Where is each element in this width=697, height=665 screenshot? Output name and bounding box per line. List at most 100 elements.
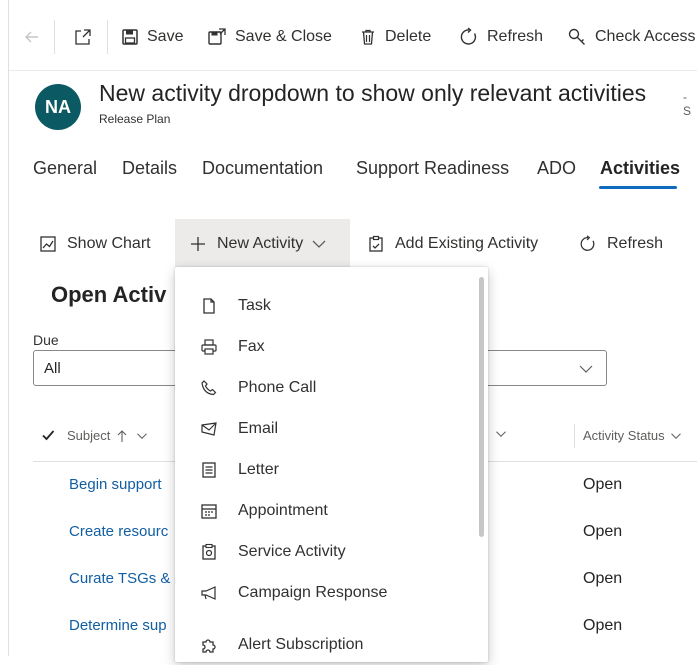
menu-item-email[interactable]: Email (175, 408, 475, 449)
save-button[interactable]: Save (121, 22, 183, 52)
column-header-subject[interactable]: Subject (67, 428, 148, 443)
check-access-button[interactable]: Check Access (567, 22, 695, 52)
tab-activities[interactable]: Activities (600, 158, 680, 179)
chevron-down-icon (670, 432, 681, 439)
task-icon (199, 296, 219, 316)
row-subject-link[interactable]: Determine sup (69, 617, 167, 634)
menu-item-label: Fax (238, 337, 265, 355)
new-activity-menu: Task Fax Phone Call Email Letter Appoint… (175, 267, 488, 662)
menu-item-label: Email (238, 419, 279, 437)
email-icon (199, 419, 219, 439)
puzzle-icon (199, 635, 219, 655)
check-access-label: Check Access (595, 28, 696, 45)
row-status: Open (583, 617, 623, 634)
tab-general[interactable]: General (33, 158, 97, 179)
calendar-icon (199, 501, 219, 521)
due-filter-value: All (44, 360, 61, 377)
refresh-label: Refresh (487, 28, 544, 45)
add-existing-label: Add Existing Activity (395, 235, 539, 252)
menu-item-task[interactable]: Task (175, 285, 475, 326)
subgrid-refresh-label: Refresh (607, 235, 664, 252)
delete-button[interactable]: Delete (359, 22, 431, 52)
chart-icon (40, 236, 56, 252)
menu-item-phone-call[interactable]: Phone Call (175, 367, 475, 408)
row-subject-link[interactable]: Create resourc (69, 523, 168, 540)
due-filter-label: Due (33, 332, 59, 348)
megaphone-icon (199, 583, 219, 603)
menu-item-label: Phone Call (238, 378, 317, 396)
menu-item-letter[interactable]: Letter (175, 449, 475, 490)
delete-label: Delete (385, 28, 432, 45)
menu-item-label: Letter (238, 460, 279, 478)
divider (107, 20, 108, 54)
tab-documentation[interactable]: Documentation (202, 158, 323, 179)
row-subject-link[interactable]: Curate TSGs & (69, 570, 170, 587)
chevron-down-icon (312, 240, 326, 248)
popout-icon (75, 29, 91, 45)
row-status: Open (583, 476, 623, 493)
menu-scrollbar[interactable] (479, 277, 484, 537)
column-subject-label: Subject (67, 428, 111, 443)
menu-item-label: Appointment (238, 501, 328, 519)
letter-icon (199, 460, 219, 480)
sort-ascending-icon (117, 429, 127, 442)
subgrid-refresh-button[interactable]: Refresh (579, 230, 663, 258)
app-frame: Save Save & Close Delete Refresh Check A… (8, 0, 697, 662)
menu-item-service-activity[interactable]: Service Activity (175, 531, 475, 572)
active-tab-indicator (599, 186, 677, 189)
service-activity-icon (199, 542, 219, 562)
command-bar: Save Save & Close Delete Refresh Check A… (9, 0, 697, 71)
open-new-window-button[interactable] (73, 22, 93, 52)
menu-item-fax[interactable]: Fax (175, 326, 475, 367)
back-button[interactable] (23, 22, 41, 52)
save-icon (122, 29, 138, 45)
column-header-activity-status[interactable]: Activity Status (583, 428, 682, 443)
menu-item-campaign-response[interactable]: Campaign Response (175, 572, 475, 613)
record-avatar: NA (35, 84, 81, 130)
add-existing-activity-button[interactable]: Add Existing Activity (367, 230, 538, 258)
select-all-checkbox[interactable] (41, 428, 55, 442)
chevron-down-icon (579, 365, 593, 373)
section-title: Open Activ (51, 282, 167, 307)
checkmark-icon (42, 430, 55, 441)
tab-details[interactable]: Details (122, 158, 177, 179)
column-activity-status-label: Activity Status (583, 428, 665, 443)
save-close-label: Save & Close (235, 28, 332, 45)
refresh-icon (460, 27, 477, 45)
tab-ado[interactable]: ADO (537, 158, 576, 179)
fax-icon (199, 337, 219, 357)
tab-support-readiness[interactable]: Support Readiness (356, 158, 509, 179)
record-title-suffix: - S (683, 90, 692, 118)
back-arrow-icon (25, 31, 38, 43)
trash-icon (362, 29, 374, 45)
save-and-close-button[interactable]: Save & Close (207, 22, 332, 52)
chevron-down-icon (137, 432, 148, 439)
add-existing-icon (369, 235, 383, 252)
row-subject-link[interactable]: Begin support (69, 476, 162, 493)
save-close-icon (208, 28, 226, 45)
menu-item-label: Task (238, 296, 271, 314)
record-title: New activity dropdown to show only relev… (99, 80, 647, 106)
new-activity-button[interactable]: New Activity (189, 230, 327, 258)
new-activity-label: New Activity (217, 235, 304, 252)
plus-icon (191, 237, 205, 251)
refresh-icon (580, 235, 595, 251)
column-header-chevron[interactable] (495, 428, 507, 440)
menu-item-label: Campaign Response (238, 583, 388, 601)
menu-item-label: Alert Subscription (238, 635, 364, 653)
row-status: Open (583, 570, 623, 587)
show-chart-button[interactable]: Show Chart (39, 230, 151, 258)
column-divider (574, 424, 575, 448)
key-icon (568, 28, 585, 45)
menu-item-label: Service Activity (238, 542, 346, 560)
menu-item-alert-subscription[interactable]: Alert Subscription (175, 624, 475, 665)
show-chart-label: Show Chart (67, 235, 151, 252)
divider (54, 20, 55, 54)
save-label: Save (147, 28, 184, 45)
menu-item-appointment[interactable]: Appointment (175, 490, 475, 531)
row-status: Open (583, 523, 623, 540)
chevron-down-icon (496, 431, 506, 437)
record-entity-type: Release Plan (99, 112, 171, 126)
phone-icon (199, 378, 219, 398)
refresh-button[interactable]: Refresh (459, 22, 543, 52)
